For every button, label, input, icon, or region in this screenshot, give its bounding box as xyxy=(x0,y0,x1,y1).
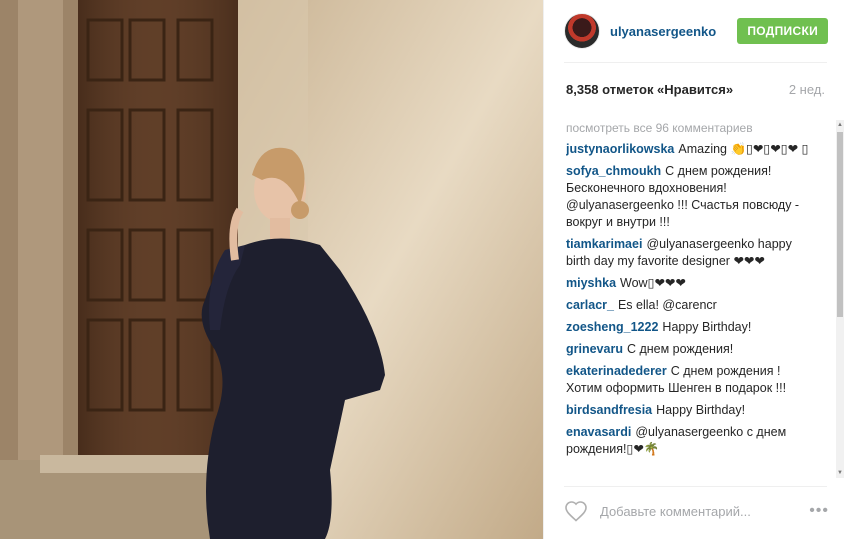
avatar[interactable] xyxy=(564,13,600,49)
comment-text: Happy Birthday! xyxy=(656,403,746,417)
post-time[interactable]: 2 нед. xyxy=(789,82,825,97)
add-comment-input[interactable] xyxy=(600,503,810,519)
comment-item: tiamkarimaei @ulyanasergeenko happy birth… xyxy=(566,236,833,270)
comment-text: Amazing 👏▯❤▯❤▯❤ ▯ xyxy=(678,142,809,156)
comments-list[interactable]: посмотреть все 96 комментариев justynaor… xyxy=(566,120,833,478)
comment-item: birdsandfresia Happy Birthday! xyxy=(566,402,833,419)
comment-username[interactable]: tiamkarimaei xyxy=(566,237,642,251)
header-divider xyxy=(564,62,827,63)
photo-illustration xyxy=(0,0,543,539)
comment-item: miyshka Wow▯❤❤❤ xyxy=(566,275,833,292)
comment-username[interactable]: ekaterinadederer xyxy=(566,364,667,378)
comment-item: carlacr_ Es ella! @carencr xyxy=(566,297,833,314)
heart-icon[interactable] xyxy=(564,500,588,522)
likes-row: 8,358 отметок «Нравится» 2 нед. xyxy=(566,82,825,97)
follow-button[interactable]: Подписки xyxy=(737,18,828,44)
comment-username[interactable]: enavasardi xyxy=(566,425,631,439)
comment-text: Wow▯❤❤❤ xyxy=(620,276,686,290)
likes-count[interactable]: 8,358 отметок «Нравится» xyxy=(566,82,733,97)
comment-text: Es ella! @carencr xyxy=(617,298,717,312)
post-photo[interactable] xyxy=(0,0,543,539)
comment-item: zoesheng_1222 Happy Birthday! xyxy=(566,319,833,336)
comment-username[interactable]: zoesheng_1222 xyxy=(566,320,658,334)
post-username[interactable]: ulyanasergeenko xyxy=(610,24,737,39)
comment-username[interactable]: justynaorlikowska xyxy=(566,142,674,156)
comment-text: Happy Birthday! xyxy=(662,320,752,334)
post-header: ulyanasergeenko Подписки xyxy=(544,0,847,62)
comment-text: С днем рождения! xyxy=(626,342,734,356)
comment-item: ekaterinadederer С днем рождения ! Хотим … xyxy=(566,363,833,397)
post-footer: ••• xyxy=(564,496,829,526)
comment-item: sofya_chmoukh С днем рождения! Бесконечно… xyxy=(566,163,833,231)
footer-divider xyxy=(564,486,827,487)
comment-username[interactable]: grinevaru xyxy=(566,342,623,356)
comments-scrollbar[interactable]: ▲ ▼ xyxy=(836,120,844,478)
comment-username[interactable]: birdsandfresia xyxy=(566,403,652,417)
comment-item: enavasardi @ulyanasergeenko с днем рожден… xyxy=(566,424,833,458)
comment-username[interactable]: sofya_chmoukh xyxy=(566,164,661,178)
view-all-comments-link[interactable]: посмотреть все 96 комментариев xyxy=(566,120,833,137)
comment-username[interactable]: carlacr_ xyxy=(566,298,614,312)
post-side-panel: ulyanasergeenko Подписки 8,358 отметок «… xyxy=(543,0,847,539)
comment-item: justynaorlikowska Amazing 👏▯❤▯❤▯❤ ▯ xyxy=(566,141,833,158)
more-options-icon[interactable]: ••• xyxy=(809,502,829,520)
scroll-down-arrow-icon[interactable]: ▼ xyxy=(836,468,844,478)
scrollbar-thumb[interactable] xyxy=(837,132,843,317)
scroll-up-arrow-icon[interactable]: ▲ xyxy=(836,120,844,130)
comment-username[interactable]: miyshka xyxy=(566,276,616,290)
comment-item: grinevaru С днем рождения! xyxy=(566,341,833,358)
